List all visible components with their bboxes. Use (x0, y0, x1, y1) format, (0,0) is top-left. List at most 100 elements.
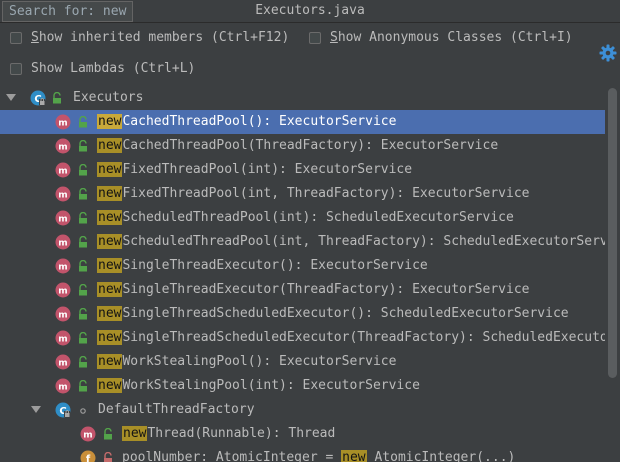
show-inherited-checkbox[interactable]: Show inherited members (Ctrl+F12) (10, 30, 289, 45)
public-lock-icon (79, 116, 87, 128)
private-lock-icon (104, 452, 112, 462)
show-lambdas-checkbox[interactable]: Show Lambdas (Ctrl+L) (10, 61, 195, 76)
gear-icon[interactable] (599, 44, 617, 62)
tree-node-method[interactable]: m newFixedThreadPool(int, ThreadFactory):… (0, 182, 605, 206)
search-match-highlight: new (97, 354, 123, 369)
tree-node-method[interactable]: m newThread(Runnable): Thread (0, 422, 605, 446)
tree-node-label: newThread(Runnable): Thread (122, 426, 336, 441)
tree-node-label: newSingleThreadExecutor(): ExecutorServi… (97, 258, 428, 273)
method-icon: m (55, 186, 71, 202)
checkbox-box[interactable] (10, 62, 22, 75)
class-icon: C (30, 90, 46, 106)
method-icon: m (55, 258, 71, 274)
tree-node-label: newSingleThreadScheduledExecutor(ThreadF… (97, 330, 605, 345)
search-match-highlight: new (97, 138, 123, 153)
tree-node-label: newWorkStealingPool(): ExecutorService (97, 354, 397, 369)
scrollbar-thumb[interactable] (608, 88, 617, 378)
svg-text:m: m (58, 119, 67, 129)
tree-node-method[interactable]: m newWorkStealingPool(): ExecutorService (0, 350, 605, 374)
public-lock-icon (79, 212, 87, 224)
show-anonymous-label: Show Anonymous Classes (Ctrl+I) (330, 30, 573, 45)
package-private-icon (80, 408, 86, 414)
public-lock-icon (79, 356, 87, 368)
method-icon: m (55, 138, 71, 154)
speed-search-field[interactable]: Search for: new (2, 1, 134, 22)
tree-node-method[interactable]: m newSingleThreadScheduledExecutor(): Sch… (0, 302, 605, 326)
tree-node-method[interactable]: m newSingleThreadExecutor(): ExecutorServ… (0, 254, 605, 278)
svg-text:m: m (58, 239, 67, 249)
svg-text:m: m (58, 263, 67, 273)
search-match-highlight: new (341, 450, 367, 462)
tree-node-method[interactable]: m newScheduledThreadPool(int, ThreadFacto… (0, 230, 605, 254)
tree-node-label: newCachedThreadPool(ThreadFactory): Exec… (97, 138, 499, 153)
search-match-highlight: new (97, 162, 123, 177)
tree-node-label: Executors (73, 90, 144, 105)
show-anonymous-checkbox[interactable]: Show Anonymous Classes (Ctrl+I) (309, 30, 573, 45)
svg-text:m: m (58, 311, 67, 321)
tree-node-label: newScheduledThreadPool(int): ScheduledEx… (97, 210, 514, 225)
svg-text:m: m (58, 287, 67, 297)
tree-node-label: newSingleThreadScheduledExecutor(): Sche… (97, 306, 569, 321)
method-icon: m (80, 426, 96, 442)
tree-node-field[interactable]: f poolNumber: AtomicInteger = new Atomic… (0, 446, 605, 462)
tree-node-label: newFixedThreadPool(int): ExecutorService (97, 162, 413, 177)
svg-text:m: m (58, 191, 67, 201)
svg-text:m: m (83, 431, 92, 441)
method-icon: m (55, 234, 71, 250)
search-match-highlight: new (97, 282, 123, 297)
method-icon: m (55, 210, 71, 226)
checkbox-box[interactable] (10, 31, 22, 44)
public-lock-icon (79, 188, 87, 200)
tree-node-default-thread-factory[interactable]: C DefaultThreadFactory (0, 398, 605, 422)
tree-node-method[interactable]: m newScheduledThreadPool(int): ScheduledE… (0, 206, 605, 230)
search-prefix: Search for: (9, 4, 103, 19)
tree-node-method[interactable]: m newSingleThreadExecutor(ThreadFactory):… (0, 278, 605, 302)
tree-node-method[interactable]: m newCachedThreadPool(): ExecutorService (0, 110, 605, 134)
public-lock-icon (79, 236, 87, 248)
public-lock-icon (79, 140, 87, 152)
method-icon: m (55, 354, 71, 370)
svg-text:m: m (58, 335, 67, 345)
public-lock-icon (79, 380, 87, 392)
search-match-highlight: new (97, 258, 123, 273)
svg-text:m: m (58, 215, 67, 225)
checkbox-box[interactable] (309, 31, 321, 44)
public-lock-icon (53, 92, 61, 104)
svg-text:f: f (86, 454, 91, 462)
structure-tree[interactable]: C Executors m newCachedThreadPool(): Exec… (0, 86, 605, 462)
public-lock-icon (79, 284, 87, 296)
tree-node-method[interactable]: m newCachedThreadPool(ThreadFactory): Exe… (0, 134, 605, 158)
public-lock-icon (79, 260, 87, 272)
search-match-highlight: new (97, 210, 123, 225)
method-icon: m (55, 162, 71, 178)
tree-node-label: newFixedThreadPool(int, ThreadFactory): … (97, 186, 530, 201)
method-icon: m (55, 330, 71, 346)
search-query: new (102, 4, 127, 19)
svg-text:m: m (58, 143, 67, 153)
tree-node-executors[interactable]: C Executors (0, 86, 605, 110)
public-lock-icon (79, 164, 87, 176)
search-match-highlight: new (97, 330, 123, 345)
public-lock-icon (104, 428, 112, 440)
method-icon: m (55, 114, 71, 130)
search-match-highlight: new (97, 234, 123, 249)
search-match-highlight: new (97, 186, 123, 201)
tree-node-label: newSingleThreadExecutor(ThreadFactory): … (97, 282, 530, 297)
public-lock-icon (79, 308, 87, 320)
method-icon: m (55, 378, 71, 394)
tree-node-label: newScheduledThreadPool(int, ThreadFactor… (97, 234, 605, 249)
tree-node-method[interactable]: m newSingleThreadScheduledExecutor(Thread… (0, 326, 605, 350)
class-icon: C (55, 402, 71, 418)
show-inherited-label: Show inherited members (Ctrl+F12) (31, 30, 290, 45)
expand-arrow-icon[interactable] (29, 398, 43, 422)
method-icon: m (55, 282, 71, 298)
svg-text:m: m (58, 359, 67, 369)
tree-node-method[interactable]: m newWorkStealingPool(int): ExecutorServi… (0, 374, 605, 398)
search-match-highlight: new (122, 426, 148, 441)
expand-arrow-icon[interactable] (4, 86, 18, 110)
tree-node-method[interactable]: m newFixedThreadPool(int): ExecutorServic… (0, 158, 605, 182)
vertical-scrollbar[interactable] (605, 86, 620, 462)
search-match-highlight: new (97, 114, 123, 129)
field-icon: f (80, 450, 96, 462)
svg-text:m: m (58, 167, 67, 177)
